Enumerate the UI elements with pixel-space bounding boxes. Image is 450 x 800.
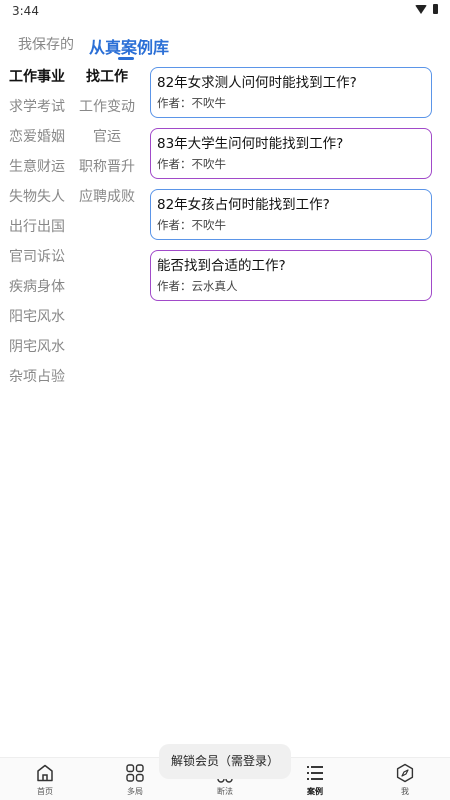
- category-list: 工作事业 求学考试 恋爱婚姻 生意财运 失物失人 出行出国 官司诉讼 疾病身体 …: [0, 66, 72, 396]
- case-card[interactable]: 83年大学生问何时能找到工作? 作者：不吹牛: [150, 128, 432, 179]
- case-author: 作者：不吹牛: [157, 96, 226, 110]
- grid-icon: [126, 764, 144, 782]
- tab-case-library[interactable]: 从真案例库: [89, 34, 169, 58]
- case-author: 作者：不吹牛: [157, 157, 226, 171]
- case-title: 83年大学生问何时能找到工作?: [157, 136, 344, 152]
- case-title: 能否找到合适的工作?: [157, 258, 286, 274]
- active-tab-indicator: [118, 57, 134, 60]
- nav-label: 断法: [217, 787, 233, 796]
- category-item-study-exam[interactable]: 求学考试: [0, 96, 72, 126]
- case-card[interactable]: 能否找到合适的工作? 作者：云水真人: [150, 250, 432, 301]
- tab-saved[interactable]: 我保存的: [18, 34, 74, 54]
- nav-item-me[interactable]: 我: [360, 758, 450, 800]
- subcategory-item-find-job[interactable]: 找工作: [72, 66, 142, 96]
- case-card[interactable]: 82年女孩占何时能找到工作? 作者：不吹牛: [150, 189, 432, 240]
- case-title: 82年女孩占何时能找到工作?: [157, 197, 330, 213]
- list-icon: [307, 766, 323, 780]
- case-title: 82年女求测人问何时能找到工作?: [157, 75, 357, 91]
- nav-label: 案例: [307, 787, 323, 796]
- subcategory-item-job-application[interactable]: 应聘成败: [72, 186, 142, 216]
- category-item-business-wealth[interactable]: 生意财运: [0, 156, 72, 186]
- case-list: 82年女求测人问何时能找到工作? 作者：不吹牛 83年大学生问何时能找到工作? …: [150, 67, 432, 311]
- compass-icon: [396, 763, 414, 783]
- nav-label: 我: [401, 787, 409, 796]
- category-item-house-fengshui[interactable]: 阳宅风水: [0, 306, 72, 336]
- case-author: 作者：不吹牛: [157, 218, 226, 232]
- case-author: 作者：云水真人: [157, 279, 238, 293]
- wifi-icon: [415, 4, 427, 14]
- subcategory-item-promotion[interactable]: 职称晋升: [72, 156, 142, 186]
- category-item-love-marriage[interactable]: 恋爱婚姻: [0, 126, 72, 156]
- nav-label: 首页: [37, 787, 53, 796]
- unlock-membership-toast[interactable]: 解锁会员（需登录）: [159, 744, 291, 779]
- battery-icon: [433, 4, 438, 14]
- category-item-travel-abroad[interactable]: 出行出国: [0, 216, 72, 246]
- case-card[interactable]: 82年女求测人问何时能找到工作? 作者：不吹牛: [150, 67, 432, 118]
- category-item-health[interactable]: 疾病身体: [0, 276, 72, 306]
- category-item-work-career[interactable]: 工作事业: [0, 66, 72, 96]
- top-tabs: 我保存的 从真案例库: [0, 30, 450, 60]
- home-icon: [37, 764, 53, 782]
- subcategory-list: 找工作 工作变动 官运 职称晋升 应聘成败: [72, 66, 142, 216]
- category-item-misc[interactable]: 杂项占验: [0, 366, 72, 396]
- status-icons: [415, 4, 438, 14]
- category-item-tomb-fengshui[interactable]: 阴宅风水: [0, 336, 72, 366]
- status-bar: 3:44: [0, 0, 450, 24]
- nav-item-home[interactable]: 首页: [0, 758, 90, 800]
- category-item-lost-items[interactable]: 失物失人: [0, 186, 72, 216]
- nav-label: 多局: [127, 787, 143, 796]
- subcategory-item-job-change[interactable]: 工作变动: [72, 96, 142, 126]
- subcategory-item-official-luck[interactable]: 官运: [72, 126, 142, 156]
- status-time: 3:44: [12, 4, 39, 18]
- category-item-lawsuit[interactable]: 官司诉讼: [0, 246, 72, 276]
